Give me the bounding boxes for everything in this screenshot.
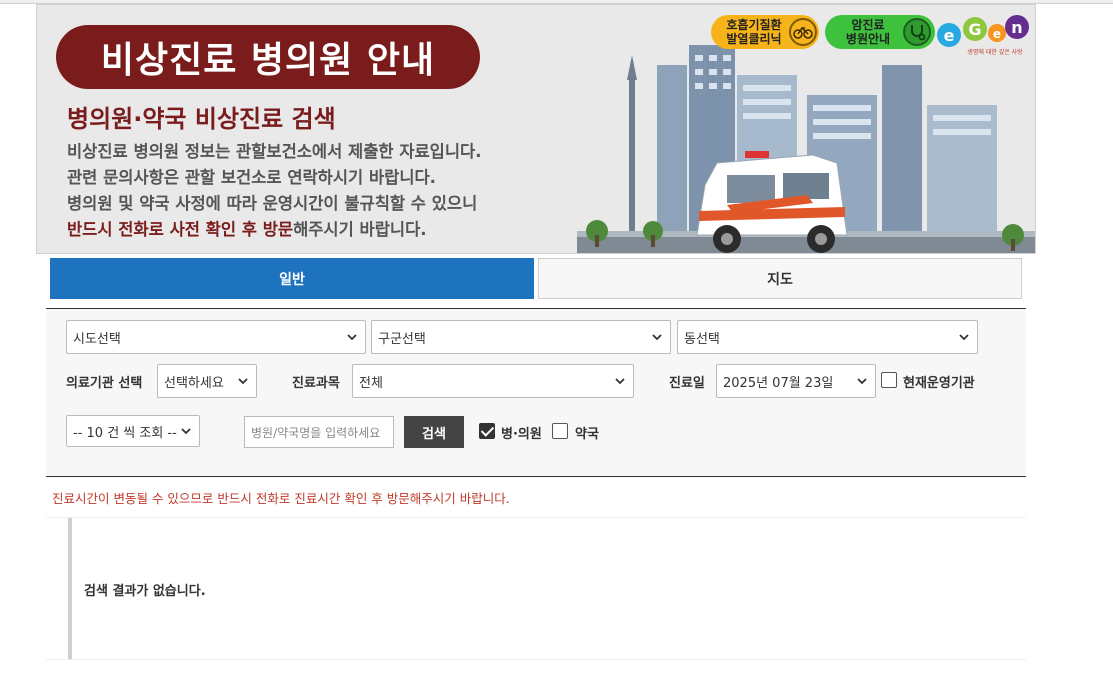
badge-label: 발열클리닉 bbox=[726, 32, 782, 46]
bicycle-icon bbox=[789, 18, 817, 46]
page-size-select[interactable]: -- 10 건 씩 조회 -- bbox=[66, 415, 200, 447]
sido-select[interactable]: 시도선택 bbox=[66, 320, 366, 354]
badge-label: 호흡기질환 bbox=[726, 18, 782, 32]
results-panel: 검색 결과가 없습니다. bbox=[68, 518, 1026, 659]
banner: 비상진료 병의원 안내 병의원·약국 비상진료 검색 비상진료 병의원 정보는 … bbox=[36, 4, 1036, 254]
banner-desc-line: 비상진료 병의원 정보는 관할보건소에서 제출한 자료입니다. bbox=[67, 142, 482, 161]
divider bbox=[46, 659, 1026, 660]
chevron-down-icon bbox=[181, 428, 191, 435]
chevron-down-icon bbox=[347, 334, 357, 341]
svg-text:n: n bbox=[1011, 18, 1022, 37]
stethoscope-icon bbox=[903, 18, 931, 46]
institution-label: 의료기관 선택 bbox=[66, 376, 143, 391]
hospital-ambulance-illustration bbox=[577, 35, 1035, 253]
banner-desc-line: 반드시 전화로 사전 확인 후 방문해주시기 바랍니다. bbox=[67, 217, 482, 243]
department-select[interactable]: 전체 bbox=[352, 364, 634, 398]
banner-description: 비상진료 병의원 정보는 관할보건소에서 제출한 자료입니다. 관련 문의사항은… bbox=[67, 139, 482, 243]
gugun-select[interactable]: 구군선택 bbox=[371, 320, 671, 354]
chevron-down-icon bbox=[238, 378, 248, 385]
chevron-down-icon bbox=[959, 334, 969, 341]
chevron-down-icon bbox=[652, 334, 662, 341]
search-button[interactable]: 검색 bbox=[404, 416, 464, 448]
no-results-message: 검색 결과가 없습니다. bbox=[84, 584, 206, 599]
tab-map[interactable]: 지도 bbox=[538, 258, 1022, 299]
svg-text:e: e bbox=[944, 26, 955, 45]
sido-select-value: 시도선택 bbox=[73, 331, 121, 347]
svg-text:G: G bbox=[968, 20, 981, 39]
page-size-select-value: -- 10 건 씩 조회 -- bbox=[73, 425, 177, 441]
institution-select-value: 선택하세요 bbox=[164, 375, 224, 391]
gugun-select-value: 구군선택 bbox=[378, 331, 426, 347]
banner-subtitle: 병의원·약국 비상진료 검색 bbox=[67, 105, 336, 133]
pharmacy-label: 약국 bbox=[575, 427, 599, 442]
svg-text:e: e bbox=[993, 27, 1001, 41]
banner-desc-line: 관련 문의사항은 관할 보건소로 연락하시기 바랍니다. bbox=[67, 168, 436, 187]
egen-logo: e G e n 생명에 대한 깊은 사랑 bbox=[937, 15, 1029, 56]
date-select-value: 2025년 07월 23일 bbox=[723, 375, 834, 391]
open-now-checkbox[interactable] bbox=[881, 372, 897, 388]
institution-select[interactable]: 선택하세요 bbox=[157, 364, 257, 398]
respiratory-clinic-badge[interactable]: 호흡기질환 발열클리닉 bbox=[711, 15, 819, 49]
dong-select-value: 동선택 bbox=[684, 331, 720, 347]
search-panel: 시도선택 구군선택 동선택 의료기관 선택 선택하세요 진료과목 전체 진료일 … bbox=[46, 308, 1026, 477]
badge-label: 암진료 bbox=[851, 18, 885, 32]
department-label: 진료과목 bbox=[292, 376, 340, 391]
brand-tagline: 생명에 대한 깊은 사랑 bbox=[967, 48, 1023, 56]
hospital-label: 병·의원 bbox=[501, 427, 542, 442]
hours-notice: 진료시간이 변동될 수 있으므로 반드시 전화로 진료시간 확인 후 방문해주시… bbox=[52, 491, 510, 506]
chevron-down-icon bbox=[857, 378, 867, 385]
tab-general[interactable]: 일반 bbox=[50, 258, 534, 299]
chevron-down-icon bbox=[615, 378, 625, 385]
name-search-input[interactable]: 병원/약국명을 입력하세요 bbox=[244, 416, 394, 448]
date-label: 진료일 bbox=[669, 376, 705, 391]
department-select-value: 전체 bbox=[359, 375, 383, 391]
badge-label: 병원안내 bbox=[845, 32, 891, 46]
hospital-checkbox[interactable] bbox=[479, 423, 495, 439]
banner-desc-line: 병의원 및 약국 사정에 따라 운영시간이 불규칙할 수 있으니 bbox=[67, 194, 478, 213]
banner-desc-emphasis: 반드시 전화로 사전 확인 후 방문 bbox=[67, 220, 294, 239]
banner-desc-rest: 해주시기 바랍니다. bbox=[293, 220, 427, 239]
banner-title: 비상진료 병의원 안내 bbox=[56, 25, 480, 89]
date-select[interactable]: 2025년 07월 23일 bbox=[716, 364, 876, 398]
open-now-label: 현재운영기관 bbox=[903, 376, 975, 391]
cancer-care-badge[interactable]: 암진료 병원안내 bbox=[825, 15, 935, 49]
dong-select[interactable]: 동선택 bbox=[677, 320, 978, 354]
pharmacy-checkbox[interactable] bbox=[552, 423, 568, 439]
